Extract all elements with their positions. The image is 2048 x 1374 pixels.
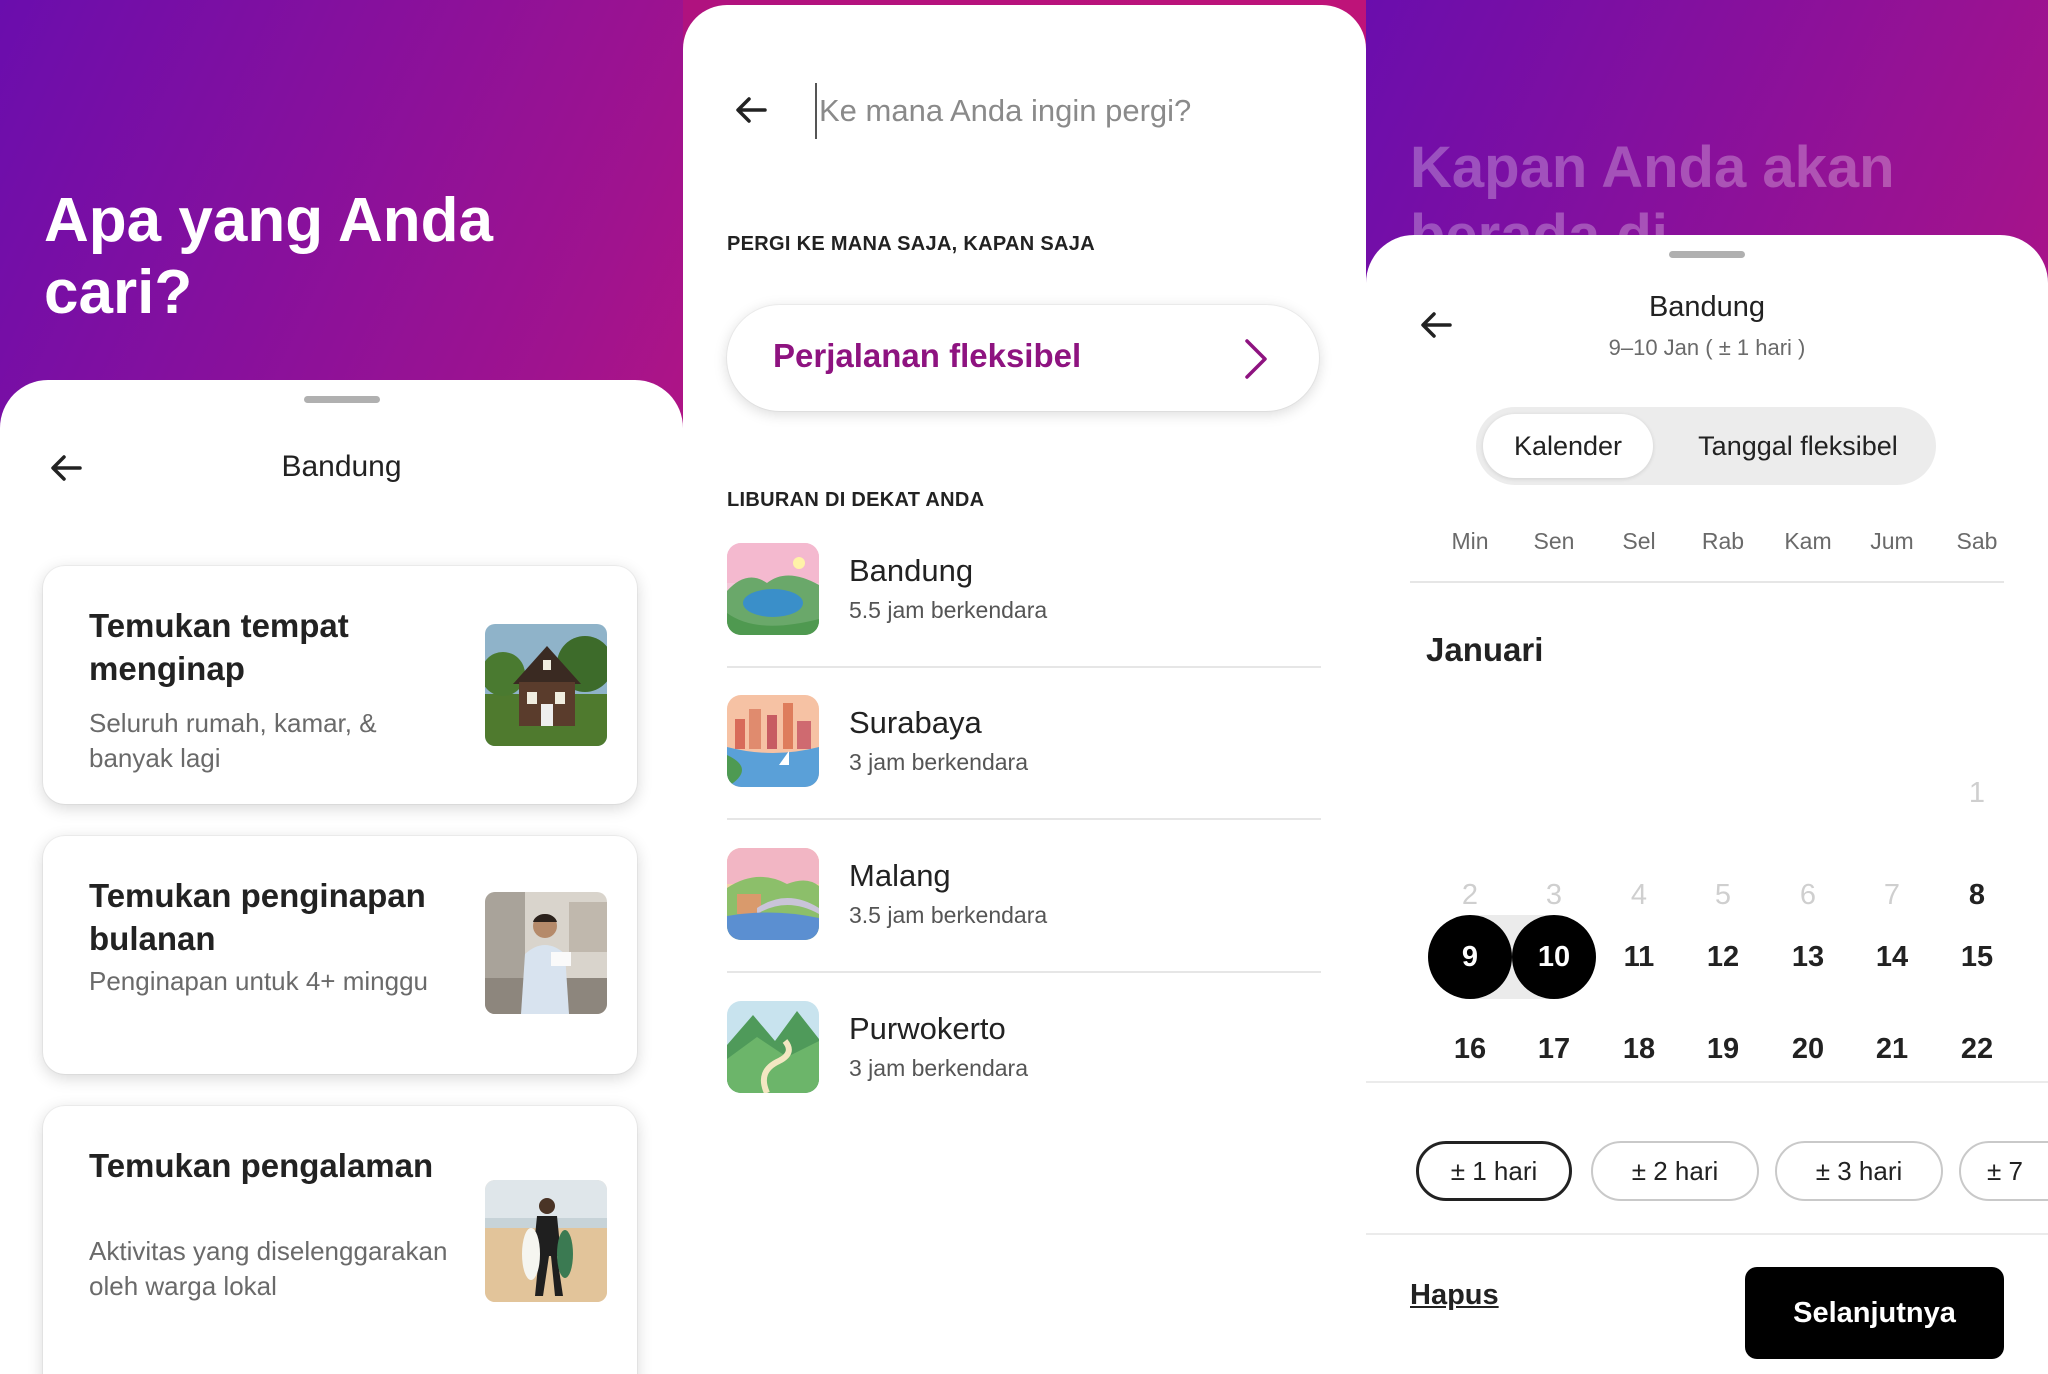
sheet-grab-handle[interactable] — [1669, 251, 1745, 258]
calendar-sheet: Bandung 9–10 Jan ( ± 1 hari ) Kalender T… — [1366, 235, 2048, 1374]
calendar-day[interactable]: 21 — [1850, 1007, 1934, 1091]
section-label-anywhere: PERGI KE MANA SAJA, KAPAN SAJA — [727, 233, 1095, 255]
calendar-day-selected-start[interactable]: 9 — [1428, 915, 1512, 999]
calendar-day[interactable]: 15 — [1935, 915, 2019, 999]
calendar-day[interactable]: 14 — [1850, 915, 1934, 999]
flex-range-chip[interactable]: ± 7 — [1959, 1141, 2048, 1201]
destination-name: Malang — [849, 858, 951, 893]
calendar-day[interactable]: 17 — [1512, 1007, 1596, 1091]
panel-when-calendar: Kapan Anda akan berada di Bandung 9–10 J… — [1366, 0, 2048, 1374]
destination-item[interactable]: Bandung 5.5 jam berkendara — [727, 543, 1321, 695]
chevron-right-icon — [1245, 339, 1267, 379]
destination-item[interactable]: Purwokerto 3 jam berkendara — [727, 1001, 1321, 1153]
section-label-nearby: LIBURAN DI DEKAT ANDA — [727, 489, 985, 511]
search-sheet: PERGI KE MANA SAJA, KAPAN SAJA Perjalana… — [683, 5, 1366, 1374]
destination-item[interactable]: Malang 3.5 jam berkendara — [727, 848, 1321, 1000]
house-photo-image — [485, 624, 607, 746]
card-title: Temukan pengalaman — [89, 1147, 434, 1184]
divider — [727, 971, 1321, 973]
clear-button[interactable]: Hapus — [1410, 1279, 1499, 1312]
sheet-grab-handle[interactable] — [303, 396, 380, 403]
weekday-label: Sen — [1533, 528, 1575, 554]
destination-drive-time: 3 jam berkendara — [849, 749, 1028, 775]
flex-range-chip[interactable]: ± 1 hari — [1416, 1141, 1572, 1201]
destination-drive-time: 3 jam berkendara — [849, 1055, 1028, 1081]
bottom-sheet: Bandung Temukan tempat menginap Seluruh … — [0, 380, 683, 1374]
divider — [727, 666, 1321, 668]
weekday-label: Sel — [1622, 528, 1656, 554]
destination-drive-time: 3.5 jam berkendara — [849, 902, 1048, 928]
sheet-title: Bandung — [281, 450, 402, 483]
tab-flexible-dates[interactable]: Tanggal fleksibel — [1666, 414, 1930, 478]
weekday-label: Sab — [1956, 528, 1998, 554]
flexible-trip-label: Perjalanan fleksibel — [773, 337, 1082, 374]
person-kitchen-photo-image — [485, 892, 607, 1014]
destination-search-input[interactable] — [815, 83, 1295, 139]
card-subtitle: Seluruh rumah, kamar, & banyak lagi — [89, 708, 377, 773]
calendar-day[interactable]: 12 — [1681, 915, 1765, 999]
card-find-experience[interactable]: Temukan pengalaman Aktivitas yang disele… — [43, 1106, 637, 1374]
destination-name: Bandung — [849, 553, 974, 588]
surfer-beach-photo-image — [485, 1180, 607, 1302]
weekday-label: Min — [1451, 528, 1489, 554]
card-title: Temukan penginapan bulanan — [89, 877, 426, 957]
calendar-day[interactable]: 13 — [1766, 915, 1850, 999]
location-title: Bandung — [1648, 291, 1766, 323]
calendar-day[interactable]: 19 — [1681, 1007, 1765, 1091]
calendar-day[interactable]: 22 — [1935, 1007, 2019, 1091]
destination-item[interactable]: Surabaya 3 jam berkendara — [727, 695, 1321, 847]
next-button[interactable]: Selanjutnya — [1745, 1267, 2004, 1359]
flexible-trip-button[interactable]: Perjalanan fleksibel — [727, 305, 1319, 411]
calendar-day[interactable]: 18 — [1597, 1007, 1681, 1091]
card-subtitle: Aktivitas yang diselenggarakan oleh warg… — [89, 1236, 448, 1301]
city-harbor-illustration-icon — [727, 695, 819, 787]
date-mode-toggle: Kalender Tanggal fleksibel — [1476, 407, 1936, 485]
flex-range-chip[interactable]: ± 2 hari — [1591, 1141, 1759, 1201]
weekday-label: Kam — [1784, 528, 1832, 554]
panel-what-search: Apa yang Anda cari? Bandung Temukan temp… — [0, 0, 683, 1374]
divider — [1366, 1081, 2048, 1083]
back-arrow-icon[interactable] — [731, 90, 771, 130]
calendar-day[interactable]: 20 — [1766, 1007, 1850, 1091]
destination-name: Purwokerto — [849, 1011, 1006, 1046]
calendar-day: 1 — [1968, 777, 1986, 809]
flex-range-chip[interactable]: ± 3 hari — [1775, 1141, 1943, 1201]
divider — [1366, 1233, 2048, 1235]
bridge-river-illustration-icon — [727, 848, 819, 940]
divider — [727, 818, 1321, 820]
card-find-stay[interactable]: Temukan tempat menginap Seluruh rumah, k… — [43, 566, 637, 804]
calendar-day[interactable]: 16 — [1428, 1007, 1512, 1091]
card-subtitle: Penginapan untuk 4+ minggu — [89, 966, 428, 996]
date-summary: 9–10 Jan ( ± 1 hari ) — [1608, 335, 1806, 360]
card-find-monthly-stay[interactable]: Temukan penginapan bulanan Penginapan un… — [43, 836, 637, 1074]
valley-road-illustration-icon — [727, 1001, 819, 1093]
panel-where-search: PERGI KE MANA SAJA, KAPAN SAJA Perjalana… — [683, 0, 1366, 1374]
tab-calendar[interactable]: Kalender — [1483, 414, 1653, 478]
calendar-day-selected-end[interactable]: 10 — [1512, 915, 1596, 999]
calendar-day[interactable]: 11 — [1597, 915, 1681, 999]
lake-mountain-illustration-icon — [727, 543, 819, 635]
destination-drive-time: 5.5 jam berkendara — [849, 597, 1048, 623]
card-title: Temukan tempat menginap — [89, 607, 349, 687]
hero-title: Apa yang Anda cari? — [44, 186, 493, 327]
weekday-label: Jum — [1870, 528, 1914, 554]
weekday-label: Rab — [1701, 528, 1745, 554]
month-label: Januari — [1426, 631, 1544, 668]
divider — [1410, 581, 2004, 583]
destination-name: Surabaya — [849, 705, 982, 740]
